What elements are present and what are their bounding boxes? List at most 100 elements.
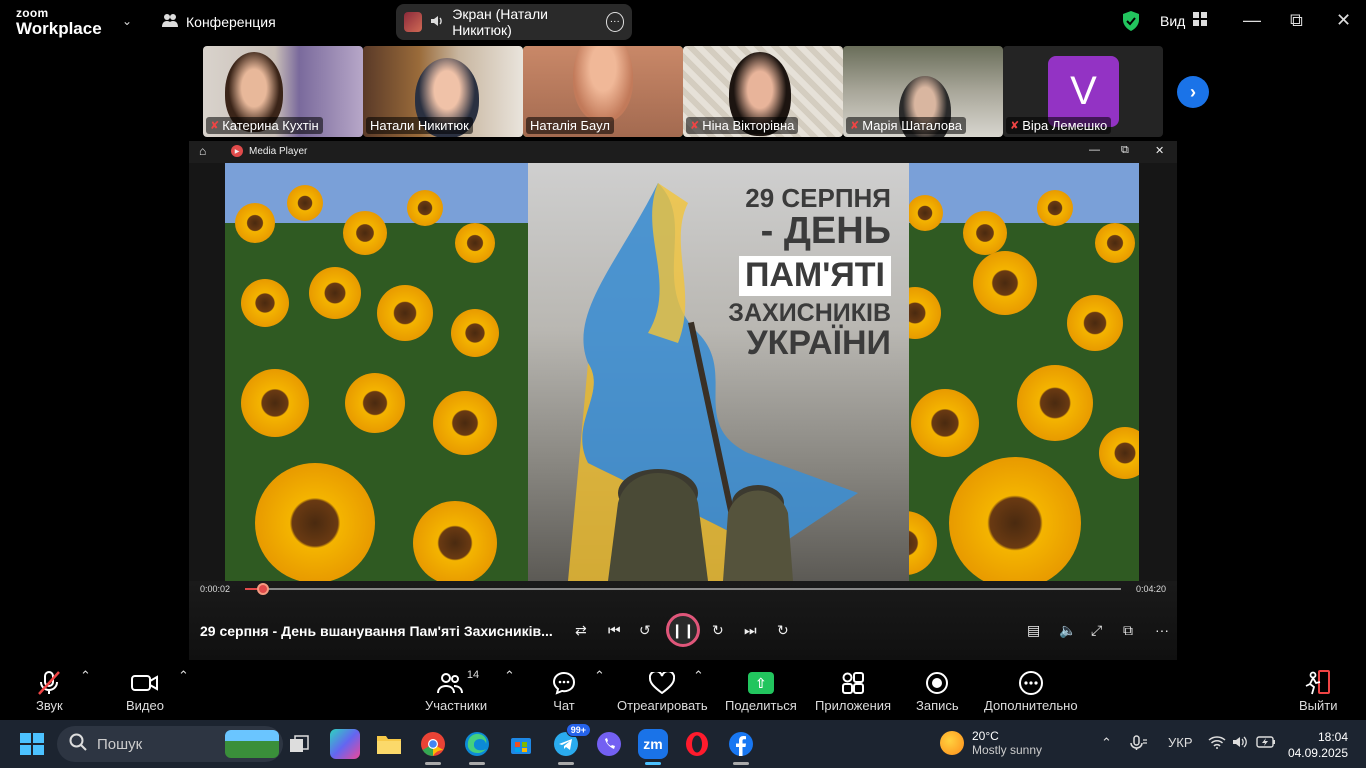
fullscreen-icon[interactable]: ⤢ [1091, 622, 1102, 639]
chrome-icon[interactable] [418, 729, 448, 765]
seek-slider[interactable] [245, 583, 1121, 595]
microsoft-store-icon[interactable] [506, 729, 536, 759]
zoom-app-icon[interactable]: zm [638, 729, 668, 765]
leave-meeting-button[interactable]: Выйти [1299, 668, 1338, 713]
video-options-chevron-icon[interactable]: ⌃ [178, 668, 189, 684]
participant-image [573, 46, 633, 122]
close-icon[interactable]: ✕ [1336, 10, 1351, 31]
participant-tile-active-speaker[interactable]: Наталія Баул [523, 46, 683, 137]
chevron-down-icon[interactable]: ⌄ [122, 14, 132, 28]
viber-icon[interactable] [594, 729, 624, 759]
weather-widget[interactable]: 20°C Mostly sunny [940, 729, 1042, 757]
system-clock[interactable]: 18:04 04.09.2025 [1284, 729, 1348, 761]
participant-name: Наталія Баул [530, 118, 610, 133]
shuffle-icon[interactable]: ⇄ [575, 622, 587, 639]
chevron-up-icon[interactable]: ⌃ [1101, 735, 1112, 751]
restore-icon[interactable]: ⧉ [1121, 144, 1129, 157]
minimize-icon[interactable]: — [1089, 144, 1100, 156]
share-label: Поделиться [725, 698, 797, 713]
minimize-icon[interactable]: — [1243, 10, 1261, 31]
mini-player-icon[interactable]: ⧉ [1123, 622, 1133, 639]
participant-tile[interactable]: Натали Никитюк [363, 46, 523, 137]
share-screen-icon: ⇧ [747, 672, 774, 694]
wifi-icon[interactable] [1208, 735, 1226, 752]
participant-tile[interactable]: V ✘ Віра Лемешко [1003, 46, 1163, 137]
windows-logo-pane [33, 733, 44, 743]
edge-icon[interactable] [462, 729, 492, 765]
poster-line-4: ЗАХИСНИКІВ [728, 298, 891, 327]
video-frame[interactable]: 29 СЕРПНЯ - ДЕНЬ ПАМ'ЯТІ ЗАХИСНИКІВ УКРА… [225, 163, 1139, 581]
previous-track-icon[interactable]: ⏮ [608, 622, 621, 639]
screen-share-pill[interactable]: Экран (Натали Никитюк) ··· [396, 4, 632, 40]
participant-tile[interactable]: ✘ Ніна Вікторівна [683, 46, 843, 137]
view-button[interactable]: Вид [1160, 12, 1208, 29]
rewind-10-icon[interactable]: ↺ [639, 622, 651, 639]
battery-charging-icon[interactable] [1256, 735, 1276, 752]
video-button[interactable]: Видео [126, 668, 164, 713]
active-app-indicator [645, 762, 661, 765]
apps-button[interactable]: Приложения [815, 668, 891, 713]
participants-options-chevron-icon[interactable]: ⌃ [504, 668, 515, 684]
zoom-logo-bottom: Workplace [16, 19, 102, 38]
react-options-chevron-icon[interactable]: ⌃ [693, 668, 704, 684]
copilot-icon[interactable] [330, 729, 360, 759]
poster-line-2: - ДЕНЬ [760, 210, 891, 253]
react-label: Отреагировать [617, 698, 708, 713]
facebook-icon[interactable] [726, 729, 756, 765]
subtitles-icon[interactable]: ▤ [1027, 622, 1040, 639]
participant-name-tag: ✘ Марія Шаталова [846, 117, 967, 134]
weather-temperature: 20°C [972, 729, 999, 743]
home-icon[interactable]: ⌂ [199, 144, 206, 158]
next-participants-button[interactable]: › [1177, 76, 1209, 108]
chat-button[interactable]: Чат [552, 668, 576, 713]
record-button[interactable]: Запись [916, 668, 959, 713]
seek-handle[interactable] [257, 583, 269, 595]
keyboard-language[interactable]: УКР [1168, 735, 1193, 750]
apps-label: Приложения [815, 698, 892, 713]
microphone-icon[interactable] [1130, 735, 1148, 754]
repeat-icon[interactable]: ↻ [777, 622, 789, 639]
record-icon [925, 668, 949, 698]
share-icon-wrap: ⇧ [747, 668, 774, 698]
participant-name-tag: Наталія Баул [526, 117, 614, 134]
mic-muted-icon: ✘ [210, 120, 220, 132]
forward-30-icon[interactable]: ↻ [712, 622, 724, 639]
taskbar-search-box[interactable]: Пошук [57, 726, 283, 762]
volume-icon[interactable] [1232, 735, 1248, 752]
participant-name-tag: ✘ Віра Лемешко [1006, 117, 1112, 134]
participant-name-tag: ✘ Катерина Кухтін [206, 117, 323, 134]
participant-tile[interactable]: ✘ Катерина Кухтін [203, 46, 363, 137]
video-camera-icon [130, 668, 159, 698]
participant-tile[interactable]: ✘ Марія Шаталова [843, 46, 1003, 137]
share-screen-button[interactable]: ⇧ Поделиться [725, 668, 797, 713]
pause-button[interactable]: ❙❙ [666, 613, 700, 647]
meeting-controls-toolbar: Звук ⌃ Видео ⌃ 14 Участники ⌃ Чат ⌃ Отре… [0, 664, 1366, 720]
more-options-icon[interactable]: ··· [1155, 622, 1169, 638]
heart-icon [649, 668, 676, 698]
more-options-icon[interactable]: ··· [605, 12, 624, 32]
media-player-title-bar: ⌂ ▶ Media Player — ⧉ ✕ [189, 141, 1177, 163]
chat-options-chevron-icon[interactable]: ⌃ [594, 668, 605, 684]
volume-icon[interactable]: 🔈 [1059, 622, 1076, 639]
weather-description: Mostly sunny [972, 743, 1043, 757]
telegram-icon[interactable]: 99+ [551, 723, 591, 765]
participants-button[interactable]: 14 Участники [425, 668, 487, 713]
meeting-info-button[interactable]: Конференция [162, 13, 276, 30]
running-indicator [425, 762, 441, 765]
poster-text: 29 СЕРПНЯ - ДЕНЬ ПАМ'ЯТІ ЗАХИСНИКІВ УКРА… [721, 184, 891, 363]
windows-start-button[interactable] [20, 733, 44, 755]
file-explorer-icon[interactable] [374, 729, 404, 759]
more-button[interactable]: Дополнительно [984, 668, 1078, 713]
audio-options-chevron-icon[interactable]: ⌃ [80, 668, 91, 684]
next-track-icon[interactable]: ⏭ [744, 622, 757, 639]
task-view-icon[interactable] [284, 729, 314, 759]
audio-label: Звук [36, 698, 63, 713]
audio-button[interactable]: Звук [36, 668, 63, 713]
encryption-shield-icon[interactable] [1121, 10, 1141, 37]
poster-line-5: УКРАЇНИ [746, 324, 891, 363]
restore-icon[interactable]: ⧉ [1290, 10, 1303, 31]
opera-icon[interactable] [682, 729, 712, 759]
participant-name: Натали Никитюк [370, 118, 469, 133]
zoom-workplace-logo[interactable]: zoom Workplace [16, 7, 102, 37]
close-icon[interactable]: ✕ [1155, 144, 1164, 157]
